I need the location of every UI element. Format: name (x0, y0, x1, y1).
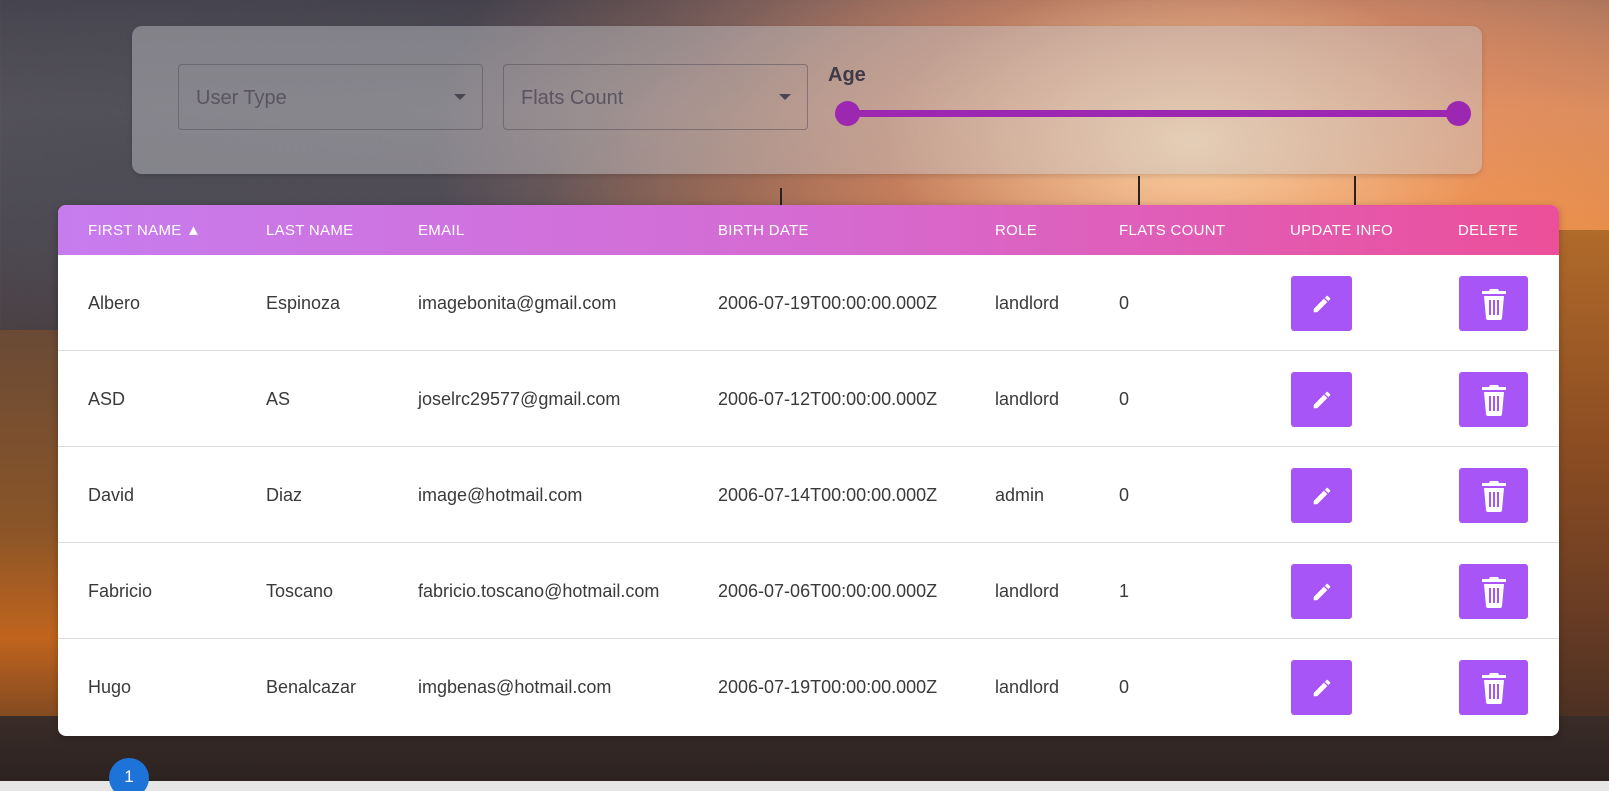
cell-birth-date: 2006-07-19T00:00:00.000Z (718, 293, 938, 313)
cell-role: landlord (995, 677, 1060, 697)
table-header: FIRST NAME ▲ LAST NAME EMAIL BIRTH DATE … (58, 205, 1559, 255)
update-button[interactable] (1291, 660, 1352, 715)
cell-birth-date: 2006-07-06T00:00:00.000Z (718, 581, 938, 601)
update-button[interactable] (1291, 372, 1352, 427)
header-flats-count[interactable]: FLATS COUNT (1119, 222, 1225, 239)
table-row: Fabricio Toscano fabricio.toscano@hotmai… (58, 543, 1559, 639)
cell-last-name: Toscano (266, 581, 334, 601)
delete-button[interactable] (1459, 372, 1528, 427)
age-slider-min-thumb[interactable] (835, 101, 860, 126)
table-row: Hugo Benalcazar imgbenas@hotmail.com 200… (58, 639, 1559, 735)
age-slider-max-thumb[interactable] (1446, 101, 1471, 126)
delete-button[interactable] (1459, 660, 1528, 715)
cell-role: landlord (995, 581, 1060, 601)
users-table: FIRST NAME ▲ LAST NAME EMAIL BIRTH DATE … (58, 205, 1559, 736)
header-delete: DELETE (1458, 222, 1519, 239)
delete-button[interactable] (1459, 564, 1528, 619)
delete-button[interactable] (1459, 276, 1528, 331)
cell-role: landlord (995, 389, 1060, 409)
cell-last-name: AS (266, 389, 291, 409)
cell-role: admin (995, 485, 1045, 505)
page-button[interactable]: 1 (109, 758, 149, 791)
cell-email: imgbenas@hotmail.com (418, 677, 612, 697)
trash-icon (1481, 672, 1506, 704)
cell-email: image@hotmail.com (418, 485, 583, 505)
user-type-label: User Type (196, 87, 287, 109)
cell-first-name: David (88, 485, 135, 505)
trash-icon (1481, 480, 1506, 512)
pencil-icon (1313, 679, 1330, 696)
cell-flats-count: 0 (1119, 485, 1130, 505)
cell-flats-count: 0 (1119, 389, 1130, 409)
caret-down-icon (454, 94, 466, 100)
cell-birth-date: 2006-07-14T00:00:00.000Z (718, 485, 938, 505)
user-type-select[interactable]: User Type (178, 64, 483, 130)
cell-first-name: Albero (88, 293, 141, 313)
pencil-icon (1313, 391, 1330, 408)
header-email[interactable]: EMAIL (418, 222, 465, 239)
cell-flats-count: 0 (1119, 293, 1130, 313)
pencil-icon (1313, 487, 1330, 504)
table-row: David Diaz image@hotmail.com 2006-07-14T… (58, 447, 1559, 543)
background-buildings-left (0, 330, 58, 770)
flats-count-select[interactable]: Flats Count (503, 64, 808, 130)
cell-last-name: Benalcazar (266, 677, 357, 697)
cell-email: fabricio.toscano@hotmail.com (418, 581, 660, 601)
cell-role: landlord (995, 293, 1060, 313)
flats-count-label: Flats Count (521, 87, 624, 109)
delete-button[interactable] (1459, 468, 1528, 523)
trash-icon (1481, 384, 1506, 416)
cell-flats-count: 1 (1119, 581, 1130, 601)
header-role[interactable]: ROLE (995, 222, 1037, 239)
caret-down-icon (779, 94, 791, 100)
cell-birth-date: 2006-07-12T00:00:00.000Z (718, 389, 938, 409)
table-row: ASD AS joselrc29577@gmail.com 2006-07-12… (58, 351, 1559, 447)
table-row: Albero Espinoza imagebonita@gmail.com 20… (58, 255, 1559, 351)
background-buildings-right (1559, 230, 1609, 770)
background-antenna (1354, 176, 1356, 206)
cell-flats-count: 0 (1119, 677, 1130, 697)
update-button[interactable] (1291, 468, 1352, 523)
cell-birth-date: 2006-07-19T00:00:00.000Z (718, 677, 938, 697)
update-button[interactable] (1291, 564, 1352, 619)
header-birth-date[interactable]: BIRTH DATE (718, 222, 809, 239)
pencil-icon (1313, 583, 1330, 600)
background-antenna (1138, 176, 1140, 206)
cell-last-name: Espinoza (266, 293, 341, 313)
cell-first-name: ASD (88, 389, 126, 409)
header-last-name[interactable]: LAST NAME (266, 222, 353, 239)
filter-panel: User Type Flats Count Age (132, 26, 1482, 174)
cell-email: imagebonita@gmail.com (418, 293, 617, 313)
trash-icon (1481, 288, 1506, 320)
header-update-info: UPDATE INFO (1290, 222, 1394, 239)
cell-email: joselrc29577@gmail.com (418, 389, 621, 409)
cell-first-name: Hugo (88, 677, 132, 697)
background-antenna (780, 188, 782, 206)
bottom-strip (0, 781, 1609, 791)
trash-icon (1481, 576, 1506, 608)
cell-first-name: Fabricio (88, 581, 153, 601)
age-label: Age (828, 64, 866, 86)
pencil-icon (1313, 295, 1330, 312)
update-button[interactable] (1291, 276, 1352, 331)
age-slider-track[interactable] (848, 110, 1458, 117)
cell-last-name: Diaz (266, 485, 303, 505)
header-first-name[interactable]: FIRST NAME ▲ (88, 222, 201, 239)
